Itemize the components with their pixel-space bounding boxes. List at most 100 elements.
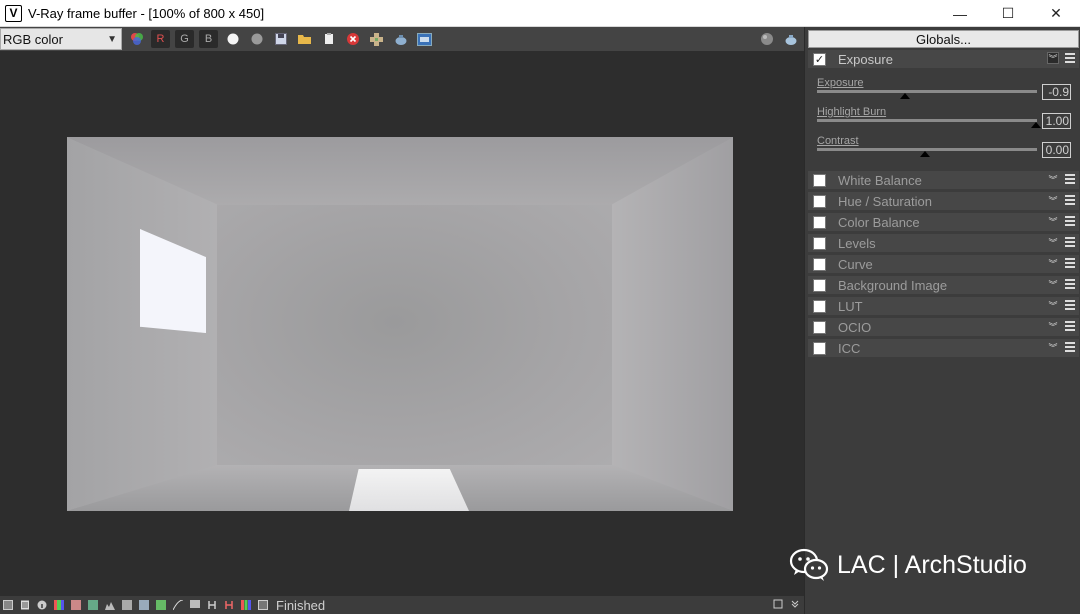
red-channel-button[interactable]: R — [151, 30, 170, 48]
slider-track[interactable] — [817, 119, 1037, 122]
vray-logo-icon: V — [5, 4, 22, 22]
section-hue-saturation[interactable]: Hue / Saturation ︾ — [808, 192, 1079, 210]
rendered-image — [67, 137, 733, 511]
section-exposure[interactable]: ✓ Exposure ︾ — [808, 50, 1079, 68]
lut-checkbox[interactable] — [813, 299, 826, 313]
slider-value-input[interactable]: -0.9 — [1042, 84, 1071, 100]
section-background-image[interactable]: Background Image ︾ — [808, 276, 1079, 294]
globals-button[interactable]: Globals... — [808, 30, 1079, 48]
close-button[interactable]: ✕ — [1032, 0, 1080, 27]
icc-checkbox[interactable] — [813, 341, 826, 355]
expand-icon[interactable]: ︾ — [1047, 278, 1059, 290]
ocio-checkbox[interactable] — [813, 320, 826, 334]
render-viewport[interactable] — [0, 51, 804, 596]
section-curve[interactable]: Curve ︾ — [808, 255, 1079, 273]
hamburger-menu-icon[interactable] — [1065, 258, 1075, 268]
hamburger-menu-icon[interactable] — [1065, 300, 1075, 310]
levels-checkbox[interactable] — [813, 236, 826, 250]
display-icon[interactable] — [189, 600, 200, 611]
section-lut[interactable]: LUT ︾ — [808, 297, 1079, 315]
exposure-slider[interactable]: Exposure -0.9 — [817, 77, 1077, 105]
hue-saturation-checkbox[interactable] — [813, 194, 826, 208]
render-teapot-icon[interactable] — [391, 30, 410, 49]
lens-effects-icon[interactable] — [70, 600, 81, 611]
exposure-checkbox[interactable]: ✓ — [813, 52, 826, 66]
section-label: ICC — [838, 340, 861, 356]
hamburger-menu-icon[interactable] — [1065, 342, 1075, 352]
section-ocio[interactable]: OCIO ︾ — [808, 318, 1079, 336]
section-label: Hue / Saturation — [838, 193, 932, 209]
expand-icon[interactable]: ︾ — [1047, 320, 1059, 332]
alpha-white-icon[interactable] — [223, 30, 242, 49]
section-icc[interactable]: ICC ︾ — [808, 339, 1079, 357]
collapse-icon[interactable]: ︾ — [1047, 52, 1059, 64]
log-icon[interactable] — [19, 600, 30, 611]
clear-image-icon[interactable] — [319, 30, 338, 49]
green-channel-button[interactable]: G — [175, 30, 194, 48]
hamburger-menu-icon[interactable] — [1065, 279, 1075, 289]
background-image-checkbox[interactable] — [813, 278, 826, 292]
restore-panel-icon[interactable] — [772, 598, 783, 609]
expand-icon[interactable]: ︾ — [1047, 215, 1059, 227]
hamburger-menu-icon[interactable] — [1065, 237, 1075, 247]
teapot-icon[interactable] — [781, 29, 800, 48]
expand-icon[interactable]: ︾ — [1047, 173, 1059, 185]
color-balance-checkbox[interactable] — [813, 215, 826, 229]
slider-value-input[interactable]: 1.00 — [1042, 113, 1071, 129]
wechat-icon — [789, 548, 829, 582]
rgb-bars-icon[interactable] — [240, 600, 251, 611]
contrast-slider[interactable]: Contrast 0.00 — [817, 135, 1077, 163]
render-mode-icon[interactable] — [2, 600, 13, 611]
slider-thumb[interactable] — [920, 151, 930, 157]
vfb-history-icon[interactable] — [415, 30, 434, 49]
hamburger-menu-icon[interactable] — [1065, 195, 1075, 205]
expand-icon[interactable]: ︾ — [1047, 236, 1059, 248]
slider-thumb[interactable] — [900, 93, 910, 99]
expand-icon[interactable]: ︾ — [1047, 194, 1059, 206]
mono-icon[interactable] — [247, 30, 266, 49]
slider-label: Exposure — [817, 77, 864, 89]
hamburger-menu-icon[interactable] — [1065, 216, 1075, 226]
expand-icon[interactable]: ︾ — [1047, 341, 1059, 353]
section-label: Background Image — [838, 277, 948, 293]
frame-icon[interactable] — [257, 600, 268, 611]
maximize-button[interactable]: ☐ — [984, 0, 1032, 27]
slider-value-input[interactable]: 0.00 — [1042, 142, 1071, 158]
info-icon[interactable] — [36, 600, 47, 611]
white-balance-checkbox[interactable] — [813, 173, 826, 187]
color-correction-icon[interactable] — [53, 600, 64, 611]
blue-channel-label: B — [204, 33, 213, 45]
expand-icon[interactable]: ︾ — [1047, 299, 1059, 311]
h-icon[interactable] — [206, 600, 217, 611]
stop-render-icon[interactable] — [343, 30, 362, 49]
curve-checkbox[interactable] — [813, 257, 826, 271]
color-channels-icon[interactable] — [127, 30, 146, 49]
blue-channel-button[interactable]: B — [199, 30, 218, 48]
save-icon[interactable] — [271, 30, 290, 49]
hamburger-menu-icon[interactable] — [1065, 53, 1075, 63]
slider-track[interactable] — [817, 90, 1037, 93]
hamburger-menu-icon[interactable] — [1065, 174, 1075, 184]
section-color-balance[interactable]: Color Balance ︾ — [808, 213, 1079, 231]
channel-dropdown[interactable]: RGB color ▼ — [0, 28, 122, 50]
pixel-info-icon[interactable] — [155, 600, 166, 611]
histogram-icon[interactable] — [104, 600, 115, 611]
region-render-icon[interactable] — [367, 30, 386, 49]
h-red-icon[interactable] — [223, 600, 234, 611]
track-mouse-icon[interactable] — [138, 600, 149, 611]
expand-icon[interactable]: ︾ — [1047, 257, 1059, 269]
slider-thumb[interactable] — [1031, 122, 1041, 128]
close-icon: ✕ — [1050, 5, 1062, 21]
minimize-button[interactable]: — — [936, 0, 984, 27]
hamburger-menu-icon[interactable] — [1065, 321, 1075, 331]
curve-icon[interactable] — [172, 600, 183, 611]
floor-light-patch — [349, 469, 469, 511]
section-white-balance[interactable]: White Balance ︾ — [808, 171, 1079, 189]
section-levels[interactable]: Levels ︾ — [808, 234, 1079, 252]
sphere-icon[interactable] — [757, 29, 776, 48]
compare-icon[interactable] — [121, 600, 132, 611]
chevron-down-double-icon[interactable] — [789, 598, 800, 609]
open-folder-icon[interactable] — [295, 30, 314, 49]
highlight-burn-slider[interactable]: Highlight Burn 1.00 — [817, 106, 1077, 134]
layers-icon[interactable] — [87, 600, 98, 611]
